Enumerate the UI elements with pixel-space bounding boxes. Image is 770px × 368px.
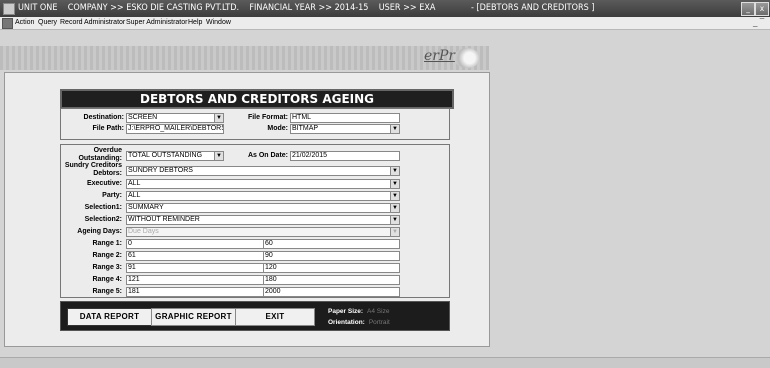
destination-select[interactable]: SCREEN ▼ — [126, 113, 224, 123]
range-to-field[interactable]: 120 — [263, 263, 400, 273]
ageing-days-select[interactable]: Due Days ▼ — [126, 227, 400, 237]
status-bar — [0, 357, 770, 368]
selection2-select[interactable]: WITHOUT REMINDER ▼ — [126, 215, 400, 225]
app-icon — [3, 3, 15, 15]
range-to-field[interactable]: 180 — [263, 275, 400, 285]
range-label: Range 1: — [92, 240, 122, 247]
as-on-date-field[interactable]: 21/02/2015 — [290, 151, 400, 161]
menu-help[interactable]: Help — [188, 19, 202, 26]
file-format-field[interactable]: HTML — [290, 113, 400, 123]
dropdown-arrow-icon[interactable]: ▼ — [214, 114, 223, 122]
menu-record[interactable]: Record — [60, 19, 83, 26]
mode-select[interactable]: BITMAP ▼ — [290, 124, 400, 134]
menu-query[interactable]: Query — [38, 19, 57, 26]
exit-button[interactable]: EXIT — [235, 308, 315, 326]
range-from-field[interactable]: 181 — [126, 287, 264, 297]
mdi-document-icon[interactable] — [2, 18, 13, 29]
paper-size-info: Paper Size: A4 Size — [328, 308, 389, 315]
destination-label: Destination: — [83, 114, 124, 121]
menu-administrator[interactable]: Administrator — [84, 19, 125, 26]
logo-band — [0, 46, 770, 70]
file-path-label: File Path: — [92, 125, 124, 132]
range-label: Range 5: — [92, 288, 122, 295]
orientation-value: Portrait — [368, 319, 390, 326]
action-bar: DATA REPORT GRAPHIC REPORT EXIT Paper Si… — [60, 301, 450, 331]
orientation-info: Orientation: Portrait — [328, 319, 390, 326]
file-path-field[interactable]: J:\ERPRO_MAILER\DEBTORS — [126, 124, 224, 134]
range-from-field[interactable]: 121 — [126, 275, 264, 285]
dropdown-arrow-icon[interactable]: ▼ — [390, 167, 399, 175]
file-format-label: File Format: — [247, 114, 288, 121]
menu-super-administrator[interactable]: Super Administrator — [126, 19, 187, 26]
selection1-select[interactable]: SUMMARY ▼ — [126, 203, 400, 213]
close-button[interactable]: x — [755, 2, 769, 16]
graphic-report-button[interactable]: GRAPHIC REPORT — [151, 308, 236, 326]
data-report-button[interactable]: DATA REPORT — [67, 308, 152, 326]
logo-swirl-icon — [454, 48, 480, 68]
executive-label: Executive: — [86, 180, 122, 187]
paper-size-value: A4 Size — [367, 308, 390, 315]
overdue-outstanding-select[interactable]: TOTAL OUTSTANDING ▼ — [126, 151, 224, 161]
range-from-field[interactable]: 91 — [126, 263, 264, 273]
range-label: Range 3: — [92, 264, 122, 271]
dropdown-arrow-icon[interactable]: ▼ — [390, 180, 399, 188]
document-title: - [DEBTORS AND CREDITORS ] — [471, 3, 595, 13]
paper-size-label: Paper Size: — [328, 308, 364, 315]
party-label: Party: — [102, 192, 122, 199]
form-title: DEBTORS AND CREDITORS AGEING — [60, 89, 454, 109]
range-from-field[interactable]: 0 — [126, 239, 264, 249]
dropdown-arrow-icon[interactable]: ▼ — [390, 125, 399, 133]
sundry-creditors-debtors-label: Sundry Creditors Debtors: — [64, 162, 122, 177]
title-bar: UNIT ONE COMPANY >> ESKO DIE CASTING PVT… — [0, 0, 770, 17]
overdue-outstanding-label: Overdue Outstanding: — [78, 147, 122, 162]
window-title: UNIT ONE COMPANY >> ESKO DIE CASTING PVT… — [18, 3, 436, 13]
dropdown-arrow-icon[interactable]: ▼ — [214, 152, 223, 160]
dropdown-arrow-icon[interactable]: ▼ — [390, 216, 399, 224]
mode-label: Mode: — [267, 125, 288, 132]
selection1-label: Selection1: — [84, 204, 122, 211]
orientation-label: Orientation: — [328, 319, 365, 326]
selection2-label: Selection2: — [84, 216, 122, 223]
sundry-select[interactable]: SUNDRY DEBTORS ▼ — [126, 166, 400, 176]
party-select[interactable]: ALL ▼ — [126, 191, 400, 201]
range-from-field[interactable]: 61 — [126, 251, 264, 261]
range-label: Range 2: — [92, 252, 122, 259]
dropdown-arrow-icon[interactable]: ▼ — [390, 192, 399, 200]
range-to-field[interactable]: 60 — [263, 239, 400, 249]
dropdown-arrow-icon[interactable]: ▼ — [390, 228, 399, 236]
minimize-button[interactable]: _ — [741, 2, 755, 16]
range-label: Range 4: — [92, 276, 122, 283]
ageing-days-label: Ageing Days: — [77, 228, 122, 235]
range-to-field[interactable]: 90 — [263, 251, 400, 261]
range-to-field[interactable]: 2000 — [263, 287, 400, 297]
menu-window[interactable]: Window — [206, 19, 231, 26]
menu-bar: Action Query Record Administrator Super … — [0, 17, 770, 30]
as-on-date-label: As On Date: — [247, 152, 288, 159]
dropdown-arrow-icon[interactable]: ▼ — [390, 204, 399, 212]
mdi-minimize-button[interactable]: _ — [753, 18, 757, 27]
menu-action[interactable]: Action — [15, 19, 34, 26]
executive-select[interactable]: ALL ▼ — [126, 179, 400, 189]
